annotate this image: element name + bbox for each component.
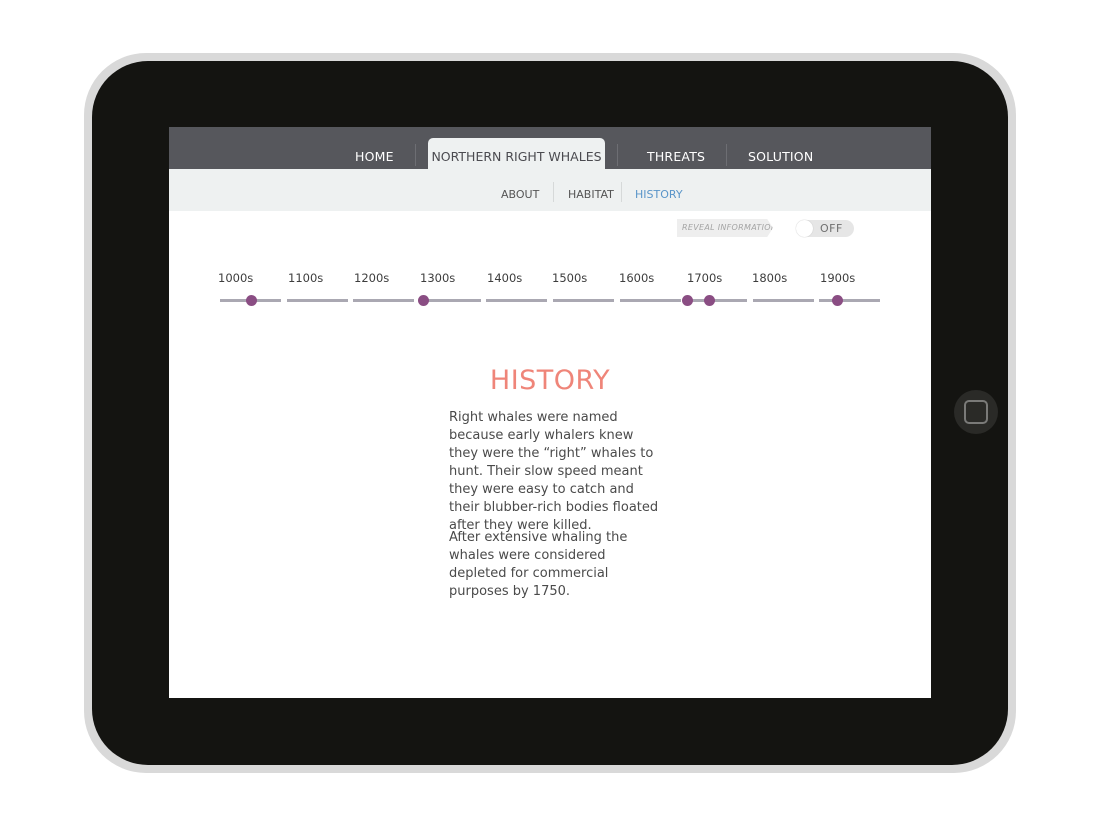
century-label-1200s[interactable]: 1200s [354,271,389,285]
century-bar-1400s[interactable] [486,299,547,302]
section-title: HISTORY [489,365,611,396]
subnav-divider [621,182,622,202]
reveal-information-label: REVEAL INFORMATION [677,219,773,237]
century-label-1000s[interactable]: 1000s [218,271,253,285]
subnav-about[interactable]: ABOUT [501,188,539,201]
century-label-1100s[interactable]: 1100s [288,271,323,285]
century-bar-1600s[interactable] [620,299,681,302]
reveal-information-text: REVEAL INFORMATION [682,223,778,232]
nav-solution[interactable]: SOLUTION [748,149,813,164]
reveal-information-toggle[interactable]: OFF [796,220,854,237]
timeline-event-marker[interactable] [246,295,257,306]
century-label-1900s[interactable]: 1900s [820,271,855,285]
app-screen: HOME NORTHERN RIGHT WHALES THREATS SOLUT… [169,127,931,698]
home-button[interactable] [954,390,998,434]
nav-threats[interactable]: THREATS [647,149,705,164]
subnav-divider [553,182,554,202]
timeline-event-marker[interactable] [832,295,843,306]
century-label-1400s[interactable]: 1400s [487,271,522,285]
timeline-event-marker[interactable] [682,295,693,306]
century-bar-1800s[interactable] [753,299,814,302]
timeline-event-marker[interactable] [704,295,715,306]
nav-northern-right-whales[interactable]: NORTHERN RIGHT WHALES [428,138,605,169]
subnav-history[interactable]: HISTORY [635,188,683,201]
nav-divider [726,144,727,166]
nav-divider [617,144,618,166]
century-bar-1200s[interactable] [353,299,414,302]
history-paragraph-1: Right whales were named because early wh… [449,410,659,533]
century-label-1800s[interactable]: 1800s [752,271,787,285]
sub-navigation: ABOUT HABITAT HISTORY [169,169,931,211]
history-paragraph-2: After extensive whaling the whales were … [449,530,628,599]
century-bar-1100s[interactable] [287,299,348,302]
toggle-state: OFF [820,222,843,235]
century-label-1600s[interactable]: 1600s [619,271,654,285]
century-label-1500s[interactable]: 1500s [552,271,587,285]
century-label-1300s[interactable]: 1300s [420,271,455,285]
century-bar-1700s[interactable] [686,299,747,302]
century-label-1700s[interactable]: 1700s [687,271,722,285]
nav-divider [415,144,416,166]
subnav-habitat[interactable]: HABITAT [568,188,614,201]
century-bar-1500s[interactable] [553,299,614,302]
nav-northern-right-whales-label: NORTHERN RIGHT WHALES [431,149,602,164]
toggle-knob [796,220,813,237]
top-navigation: HOME NORTHERN RIGHT WHALES THREATS SOLUT… [169,127,931,169]
home-button-icon [964,400,988,424]
century-bar-1300s[interactable] [420,299,481,302]
timeline-event-marker[interactable] [418,295,429,306]
nav-home[interactable]: HOME [355,149,394,164]
century-bar-1900s[interactable] [819,299,880,302]
